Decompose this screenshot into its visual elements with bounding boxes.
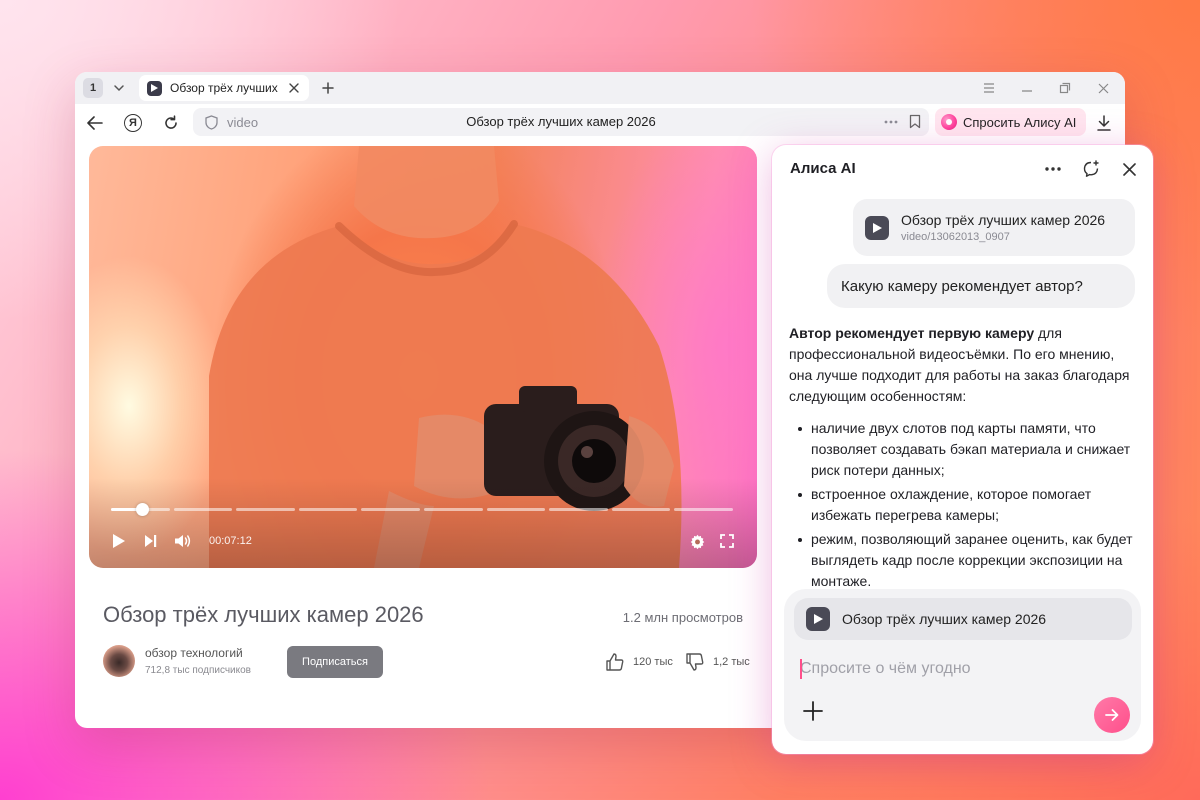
play-icon[interactable] — [109, 531, 129, 551]
tab-title: Обзор трёх лучших — [170, 81, 278, 95]
player-controls-shade — [89, 478, 757, 568]
video-play-icon — [806, 607, 830, 631]
fullscreen-icon[interactable] — [717, 531, 737, 551]
view-count: 1.2 млн просмотров — [622, 610, 743, 625]
address-domain: video — [227, 114, 259, 130]
chevron-down-icon[interactable] — [107, 76, 131, 100]
subscriber-count: 712,8 тыс подписчиков — [145, 665, 251, 676]
shield-icon[interactable] — [197, 114, 225, 130]
video-title: Обзор трёх лучших камер 2026 — [103, 602, 424, 627]
panel-actions — [1041, 157, 1141, 181]
progress-segment — [674, 508, 733, 511]
new-tab-icon[interactable] — [317, 77, 339, 99]
video-play-icon — [865, 215, 889, 240]
source-video-card[interactable]: Обзор трёх лучших камер 2026 video/13062… — [853, 199, 1135, 256]
progress-bar[interactable] — [111, 503, 733, 516]
alice-icon — [941, 114, 957, 130]
like-button[interactable]: 120 тыс — [605, 652, 673, 672]
message-input[interactable] — [800, 653, 1100, 685]
source-subtitle: video/13062013_0907 — [901, 231, 1010, 243]
next-icon[interactable] — [141, 531, 161, 551]
like-count: 120 тыс — [633, 656, 673, 668]
new-chat-icon[interactable] — [1079, 157, 1103, 181]
yandex-logo-icon: Я — [124, 114, 142, 132]
progress-segment — [423, 508, 483, 511]
subscribe-button[interactable]: Подписаться — [287, 646, 383, 678]
answer-bold: Автор рекомендует первую камеру — [789, 325, 1035, 341]
minimize-icon[interactable] — [1013, 76, 1041, 100]
user-message: Какую камеру рекомендует автор? — [827, 264, 1135, 308]
close-window-icon[interactable] — [1089, 76, 1117, 100]
more-dots-icon[interactable] — [883, 114, 899, 135]
text-caret — [800, 659, 802, 679]
progress-segment — [611, 508, 671, 511]
player-controls-left: 00:07:12 — [109, 531, 252, 551]
progress-segment — [236, 508, 295, 511]
tab-counter[interactable]: 1 — [83, 78, 103, 98]
tab-bar: 1 Обзор трёх лучших — [75, 72, 1125, 104]
reload-icon[interactable] — [153, 108, 189, 138]
tab-active[interactable]: Обзор трёх лучших — [139, 75, 309, 101]
address-page-title: Обзор трёх лучших камер 2026 — [466, 114, 656, 129]
composer-attachment-chip[interactable]: Обзор трёх лучших камер 2026 — [794, 598, 1132, 640]
assistant-answer: Автор рекомендует первую камеру для проф… — [789, 323, 1135, 595]
answer-intro: Автор рекомендует первую камеру для проф… — [789, 323, 1135, 407]
yandex-home-button[interactable]: Я — [115, 108, 151, 138]
progress-segment — [549, 508, 608, 511]
thumbs-up-icon — [606, 653, 624, 671]
dislike-count: 1,2 тыс — [713, 656, 750, 668]
more-dots-icon[interactable] — [1041, 157, 1065, 181]
bookmark-icon[interactable] — [909, 114, 921, 134]
window-controls — [975, 76, 1117, 100]
answer-list: наличие двух слотов под карты памяти, чт… — [789, 418, 1135, 592]
dislike-button[interactable]: 1,2 тыс — [685, 652, 750, 672]
arrow-right-icon — [1105, 709, 1119, 721]
close-icon[interactable] — [1117, 157, 1141, 181]
source-title: Обзор трёх лучших камер 2026 — [901, 212, 1106, 228]
list-item: встроенное охлаждение, которое помогает … — [789, 484, 1135, 526]
ask-alice-label: Спросить Алису AI — [963, 114, 1077, 130]
progress-thumb[interactable] — [136, 503, 150, 516]
channel-name[interactable]: обзор технологий — [145, 646, 243, 660]
video-favicon-icon — [147, 80, 162, 96]
list-item: режим, позволяющий заранее оценить, как … — [789, 529, 1135, 592]
playback-time: 00:07:12 — [209, 535, 252, 547]
toolbar: Я video Обзор трёх лучших камер 2026 Спр… — [75, 104, 1125, 142]
send-button[interactable] — [1094, 697, 1130, 733]
thumbs-down-icon — [686, 653, 704, 671]
message-composer: Обзор трёх лучших камер 2026 — [784, 589, 1141, 741]
close-tab-icon[interactable] — [287, 81, 301, 95]
video-player[interactable]: 00:07:12 — [89, 146, 757, 568]
ask-alice-button[interactable]: Спросить Алису AI — [935, 108, 1087, 136]
progress-segment — [486, 508, 546, 511]
channel-avatar[interactable] — [103, 645, 135, 677]
back-arrow-icon[interactable] — [77, 108, 113, 138]
settings-gear-icon[interactable] — [687, 531, 707, 551]
player-controls-right — [687, 531, 737, 551]
address-bar[interactable]: video Обзор трёх лучших камер 2026 — [193, 108, 929, 136]
progress-segment — [298, 508, 358, 511]
panel-title: Алиса AI — [790, 160, 856, 177]
chip-title: Обзор трёх лучших камер 2026 — [842, 611, 1047, 627]
volume-icon[interactable] — [173, 531, 193, 551]
progress-segment — [173, 508, 233, 511]
restore-icon[interactable] — [1051, 76, 1079, 100]
alice-ai-panel: Алиса AI Обзор трёх лучших камер 2026 vi… — [772, 145, 1153, 754]
menu-icon[interactable] — [975, 76, 1003, 100]
download-icon[interactable] — [1091, 110, 1117, 136]
list-item: наличие двух слотов под карты памяти, чт… — [789, 418, 1135, 481]
add-attachment-icon[interactable] — [800, 698, 826, 724]
progress-segment — [361, 508, 420, 511]
